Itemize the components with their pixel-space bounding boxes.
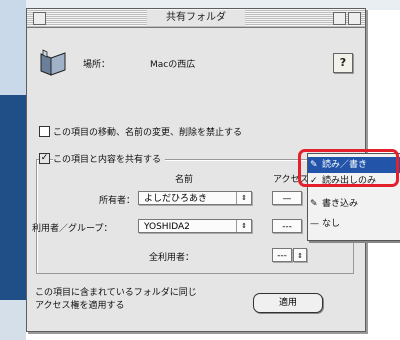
close-box[interactable] <box>33 12 46 25</box>
menu-item-label: なし <box>322 219 341 229</box>
group-popup[interactable]: YOSHIDA2 ⇕ <box>138 219 252 233</box>
apply-inner-text-line2: アクセス権を適用する <box>35 301 125 311</box>
share-checkbox[interactable]: ✓ <box>39 153 50 164</box>
popup-arrow-icon: ⇕ <box>297 252 303 260</box>
pencil-icon: ✎ <box>310 199 318 209</box>
group-access-value: --- <box>282 222 292 232</box>
owner-access-value: — <box>282 194 292 204</box>
popup-arrow-icon: ⇕ <box>236 220 251 232</box>
lock-checkbox-label: この項目の移動、名前の変更、削除を禁止する <box>53 128 243 138</box>
highlight-ring <box>298 149 399 187</box>
window-title: 共有フォルダ <box>147 10 245 26</box>
zoom-box[interactable] <box>333 12 346 25</box>
everyone-label: 全利用者： <box>149 253 195 263</box>
help-button[interactable]: ? <box>333 53 353 73</box>
dash-icon: — <box>310 219 319 229</box>
owner-access-field[interactable]: — <box>272 191 302 205</box>
lock-checkbox[interactable] <box>39 126 50 137</box>
where-value: Macの西広 <box>150 60 196 70</box>
shared-folder-icon <box>40 49 66 76</box>
everyone-access-arrow[interactable]: ⇕ <box>293 248 307 262</box>
owner-label: 所有者： <box>99 196 136 206</box>
owner-popup[interactable]: よしだひろあき ⇕ <box>138 191 252 205</box>
menu-item-label: 書き込み <box>322 199 359 209</box>
group-value: YOSHIDA2 <box>144 222 190 232</box>
desktop-background-left <box>0 0 26 340</box>
apply-inner-text-line1: この項目に含まれているフォルダに同じ <box>35 288 197 298</box>
everyone-access-value: --- <box>277 251 287 261</box>
where-label: 場所： <box>83 60 111 70</box>
popup-arrow-icon: ⇕ <box>236 192 251 204</box>
share-checkbox-label: この項目と内容を共有する <box>53 152 166 165</box>
title-bar[interactable]: 共有フォルダ <box>27 9 365 28</box>
group-label: 利用者／グループ： <box>32 224 113 234</box>
group-access-field[interactable]: --- <box>272 219 302 233</box>
apply-button[interactable]: 適用 <box>253 293 323 313</box>
collapse-box[interactable] <box>348 12 361 25</box>
menu-item-write-only[interactable]: ✎ 書き込み <box>308 196 400 212</box>
everyone-access-field[interactable]: --- <box>272 248 292 262</box>
name-column-header: 名前 <box>175 175 194 185</box>
owner-value: よしだひろあき <box>144 194 208 204</box>
menu-item-none[interactable]: — なし <box>308 216 400 232</box>
